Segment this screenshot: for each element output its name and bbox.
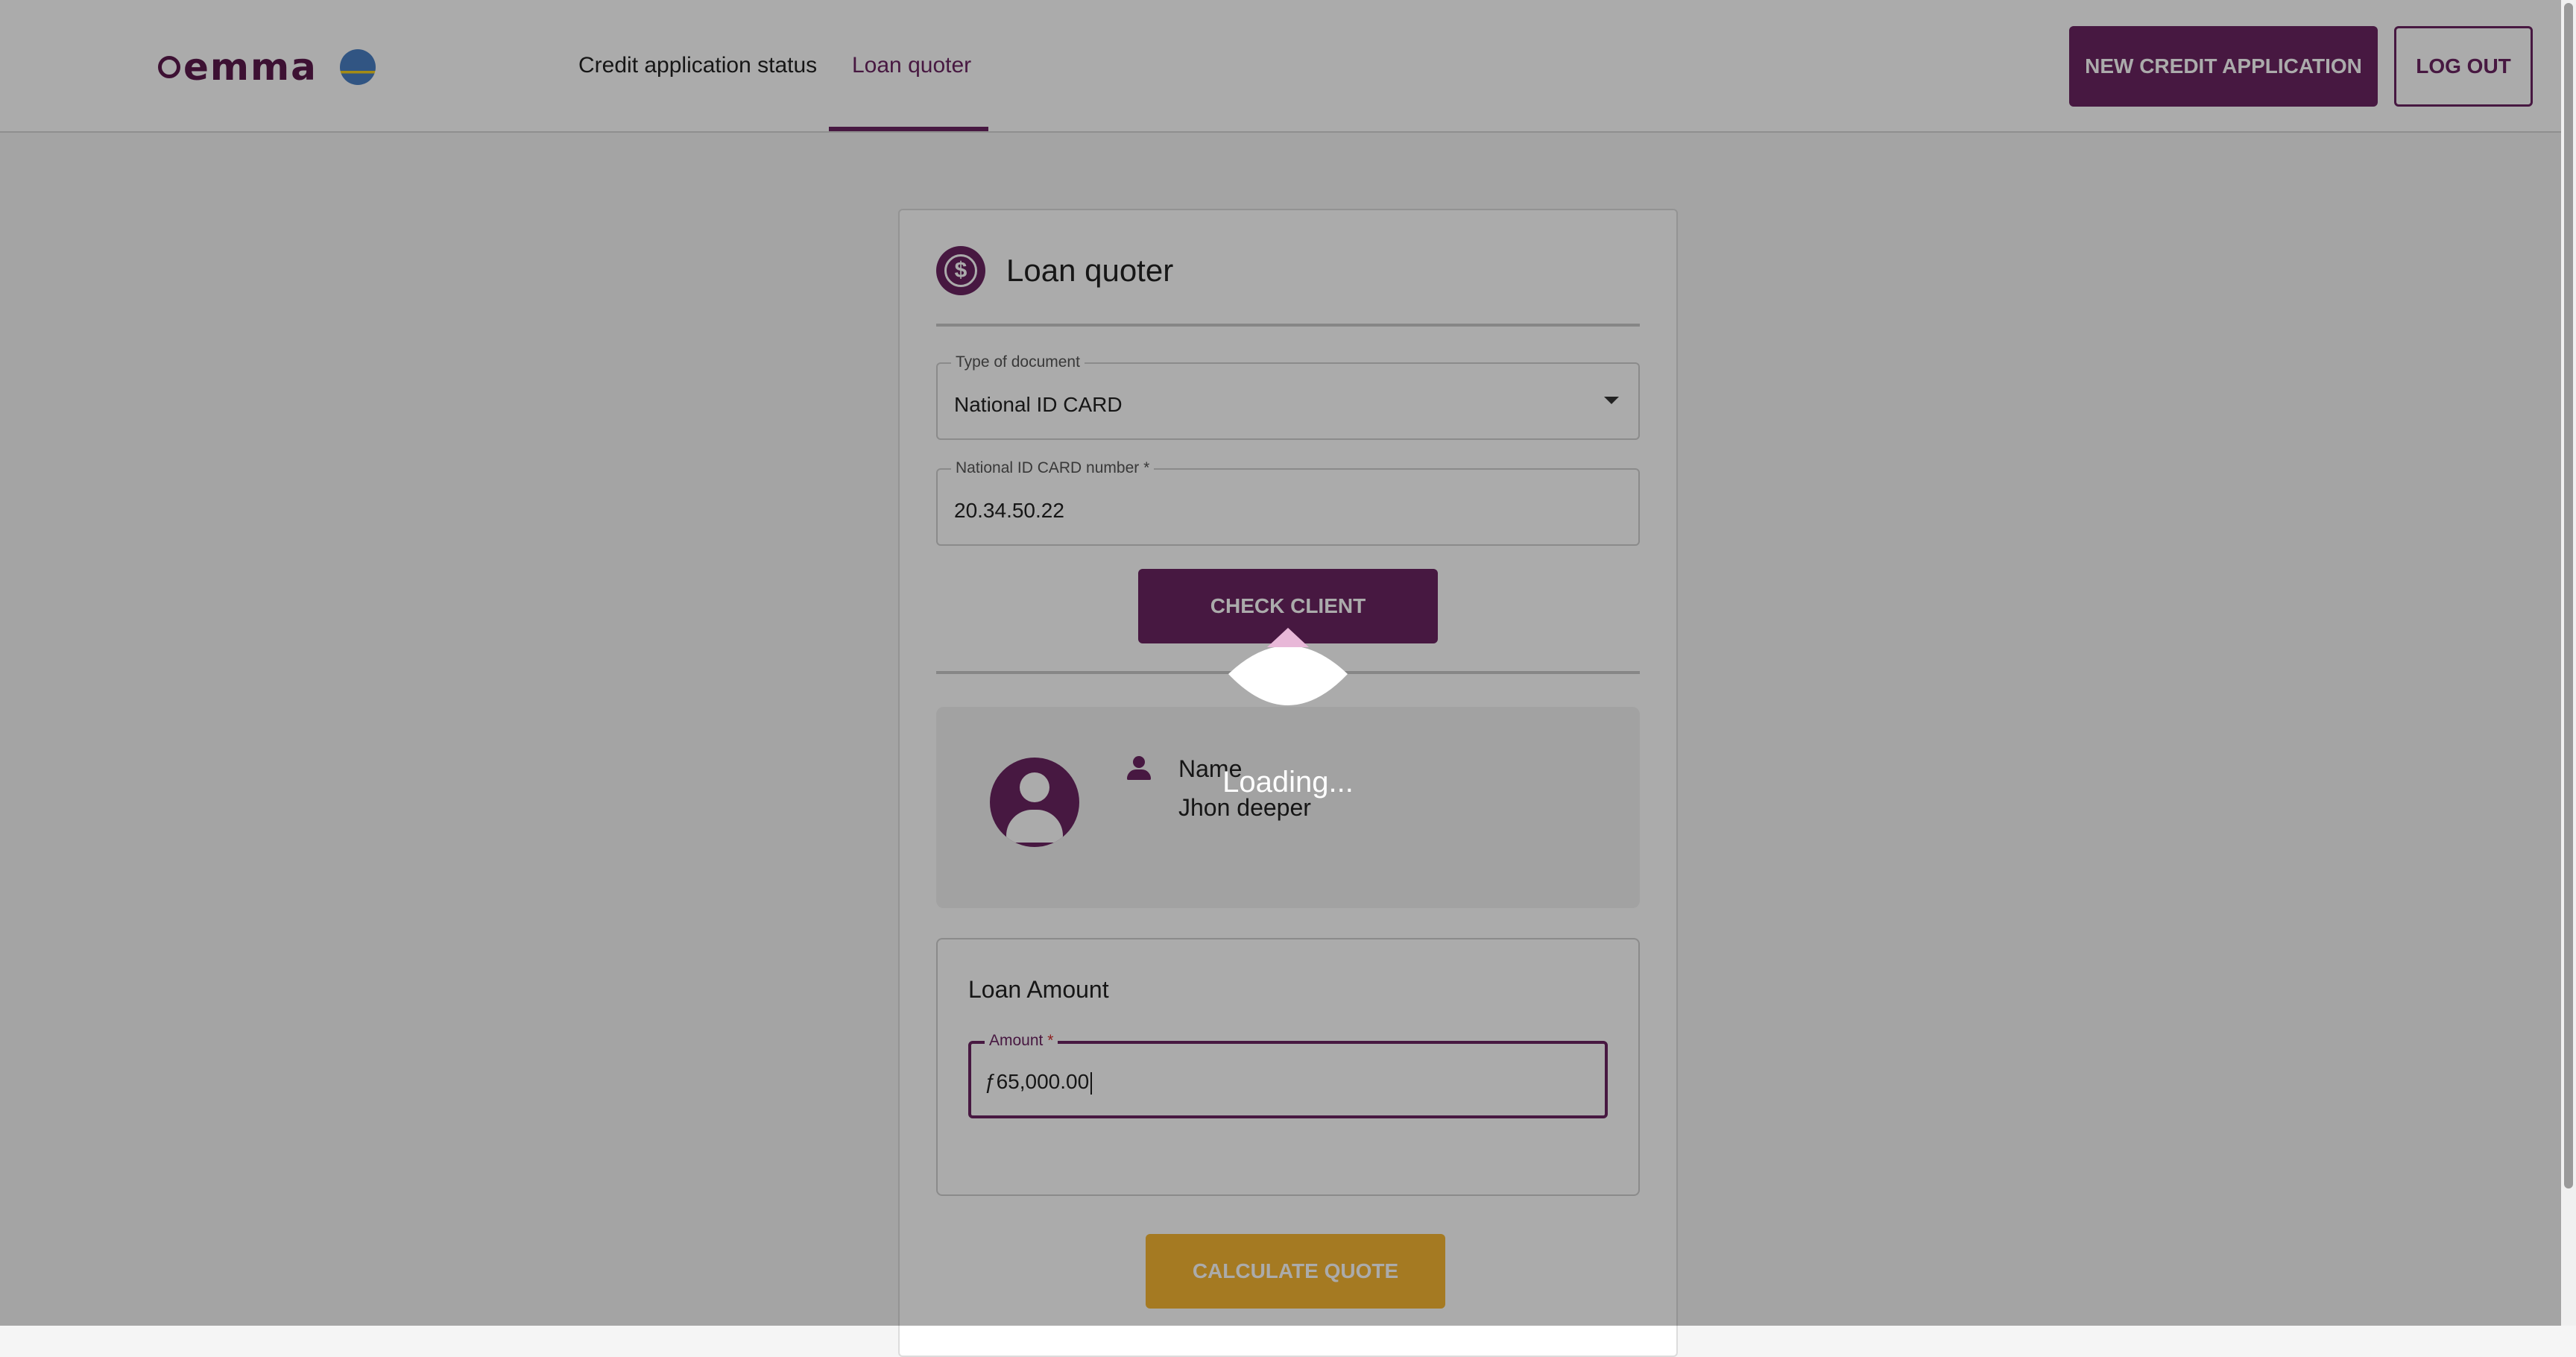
logout-button[interactable]: LOG OUT <box>2394 26 2533 107</box>
nav-loan-quoter[interactable]: Loan quoter <box>852 52 971 79</box>
logo-text: emma <box>183 45 318 89</box>
client-name-label: Name <box>1178 755 1243 782</box>
calculate-quote-button[interactable]: CALCULATE QUOTE <box>1146 1234 1445 1309</box>
active-tab-indicator <box>829 127 988 131</box>
id-number-value[interactable]: 20.34.50.22 <box>954 498 1064 523</box>
amount-input[interactable]: ƒ65,000.00 <box>985 1069 1093 1095</box>
id-number-label: National ID CARD number * <box>951 458 1155 479</box>
person-icon <box>1126 755 1152 781</box>
text-cursor <box>1090 1071 1093 1095</box>
chevron-down-icon[interactable] <box>1604 397 1619 404</box>
dollar-icon: $ <box>936 246 985 295</box>
amount-label: Amount * <box>985 1030 1058 1051</box>
client-name-value: Jhon deeper <box>1178 794 1311 821</box>
amount-field[interactable]: Amount * ƒ65,000.00 <box>968 1030 1608 1118</box>
document-type-select[interactable]: Type of document National ID CARD <box>936 352 1640 440</box>
aruba-flag-icon <box>339 49 376 85</box>
scrollbar-thumb[interactable] <box>2564 3 2573 1188</box>
loan-amount-title: Loan Amount <box>968 976 1109 1003</box>
emma-logo[interactable]: emma <box>158 45 376 89</box>
new-credit-application-button[interactable]: NEW CREDIT APPLICATION <box>2069 26 2378 107</box>
divider <box>936 671 1640 674</box>
scrollbar[interactable] <box>2561 0 2576 1326</box>
check-client-button[interactable]: CHECK CLIENT <box>1138 569 1438 643</box>
app-header: emma Credit application status Loan quot… <box>0 0 2576 133</box>
document-type-value: National ID CARD <box>954 393 1123 416</box>
card-title: Loan quoter <box>1006 253 1174 288</box>
document-type-label: Type of document <box>951 352 1085 373</box>
avatar-icon <box>990 758 1079 847</box>
id-number-field[interactable]: National ID CARD number * 20.34.50.22 <box>936 458 1640 546</box>
divider <box>936 324 1640 327</box>
nav-credit-application-status[interactable]: Credit application status <box>578 52 817 79</box>
logo-mark-icon <box>158 56 180 78</box>
